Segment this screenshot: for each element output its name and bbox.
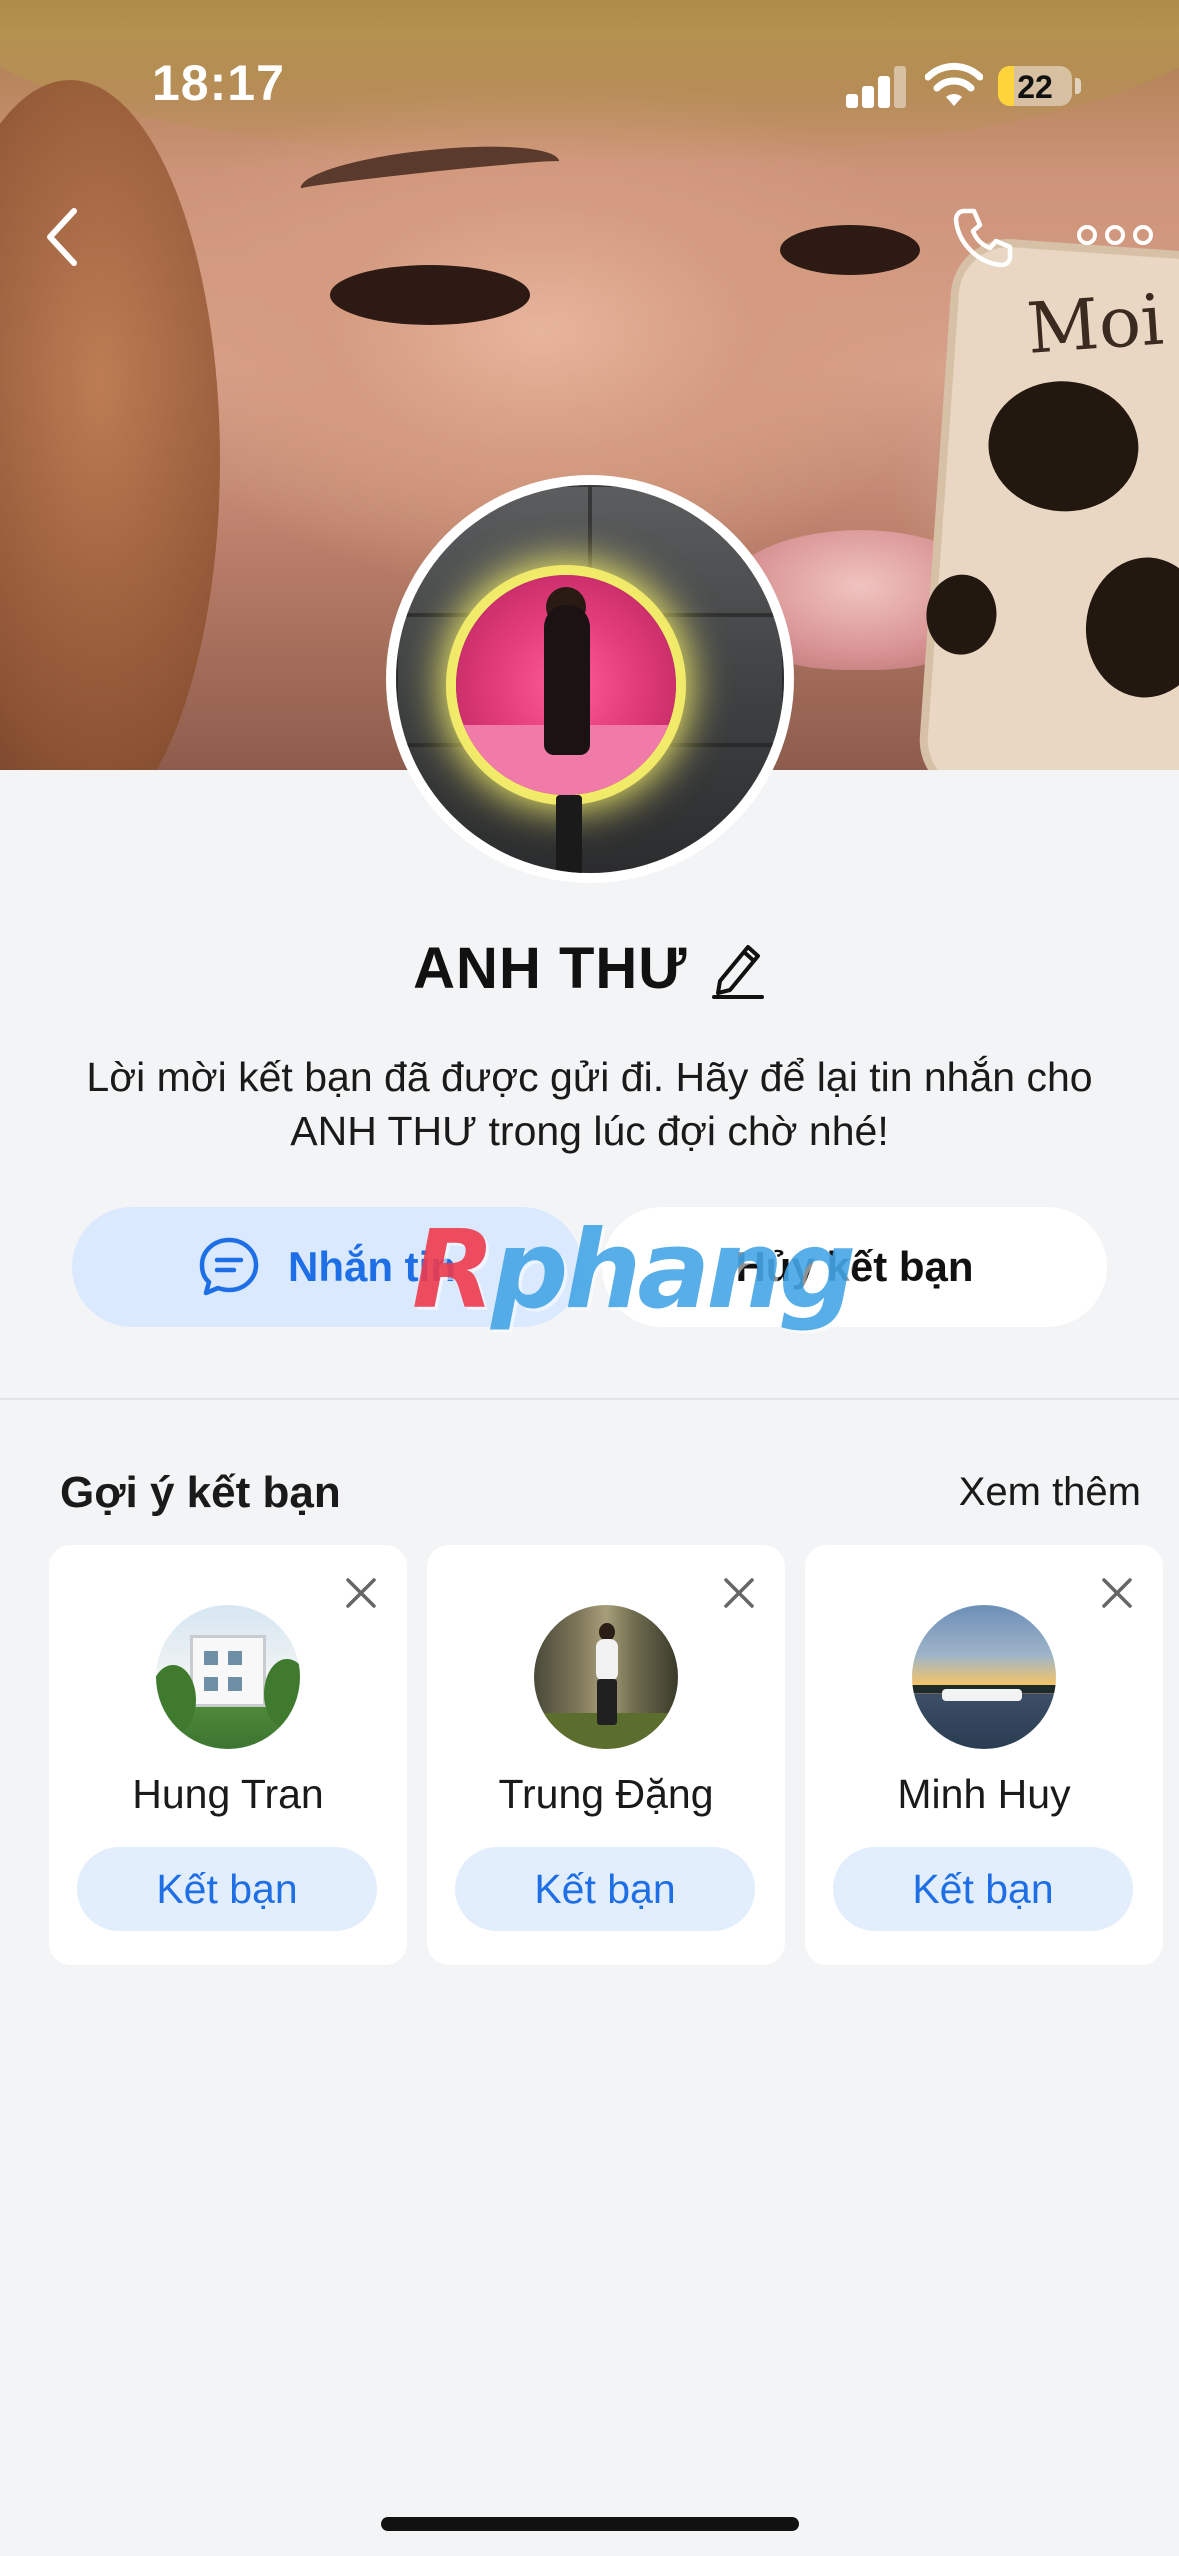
signal-icon — [846, 66, 906, 108]
profile-name: ANH THƯ — [413, 936, 688, 1001]
suggestion-avatar[interactable] — [534, 1605, 678, 1749]
friend-request-message: Lời mời kết bạn đã được gửi đi. Hãy để l… — [86, 1054, 1093, 1154]
profile-avatar[interactable] — [386, 475, 794, 883]
chevron-left-icon[interactable] — [40, 205, 84, 269]
cover-eye — [780, 225, 920, 275]
see-more-link[interactable]: Xem thêm — [959, 1470, 1141, 1515]
profile-name-row: ANH THƯ — [0, 935, 1179, 1002]
add-friend-button[interactable]: Kết bạn — [77, 1847, 377, 1931]
suggestion-avatar[interactable] — [912, 1605, 1056, 1749]
suggestion-name[interactable]: Trung Đặng — [427, 1771, 785, 1818]
suggestion-card[interactable]: Trung Đặng Kết bạn — [427, 1545, 785, 1965]
status-time: 18:17 — [152, 55, 285, 111]
add-friend-button[interactable]: Kết bạn — [455, 1847, 755, 1931]
section-divider — [0, 1398, 1179, 1400]
suggestion-avatar[interactable] — [156, 1605, 300, 1749]
suggestion-name[interactable]: Minh Huy — [805, 1771, 1163, 1818]
close-icon[interactable] — [721, 1575, 757, 1611]
status-bar: 18:17 22 — [0, 0, 1179, 150]
cover-hair — [0, 80, 220, 770]
suggestions-title: Gợi ý kết bạn — [60, 1468, 341, 1517]
battery-level: 22 — [1017, 69, 1053, 105]
cover-phone-case: Moi — [915, 235, 1179, 770]
cover-eye — [330, 265, 530, 325]
close-icon[interactable] — [343, 1575, 379, 1611]
suggestion-name[interactable]: Hung Tran — [49, 1771, 407, 1818]
suggestion-card[interactable]: Hung Tran Kết bạn — [49, 1545, 407, 1965]
watermark-logo: Rphang — [412, 1208, 856, 1333]
home-indicator — [381, 2517, 799, 2531]
more-horizontal-icon[interactable] — [1075, 220, 1155, 250]
battery-icon: 22 — [998, 66, 1072, 106]
close-icon[interactable] — [1099, 1575, 1135, 1611]
pencil-icon[interactable] — [710, 939, 766, 999]
phone-icon[interactable] — [950, 205, 1016, 271]
add-friend-button[interactable]: Kết bạn — [833, 1847, 1133, 1931]
chat-bubble-icon — [199, 1237, 259, 1296]
wifi-icon — [925, 62, 983, 106]
battery-tip — [1075, 78, 1081, 94]
suggestion-card[interactable]: Minh Huy Kết bạn — [805, 1545, 1163, 1965]
